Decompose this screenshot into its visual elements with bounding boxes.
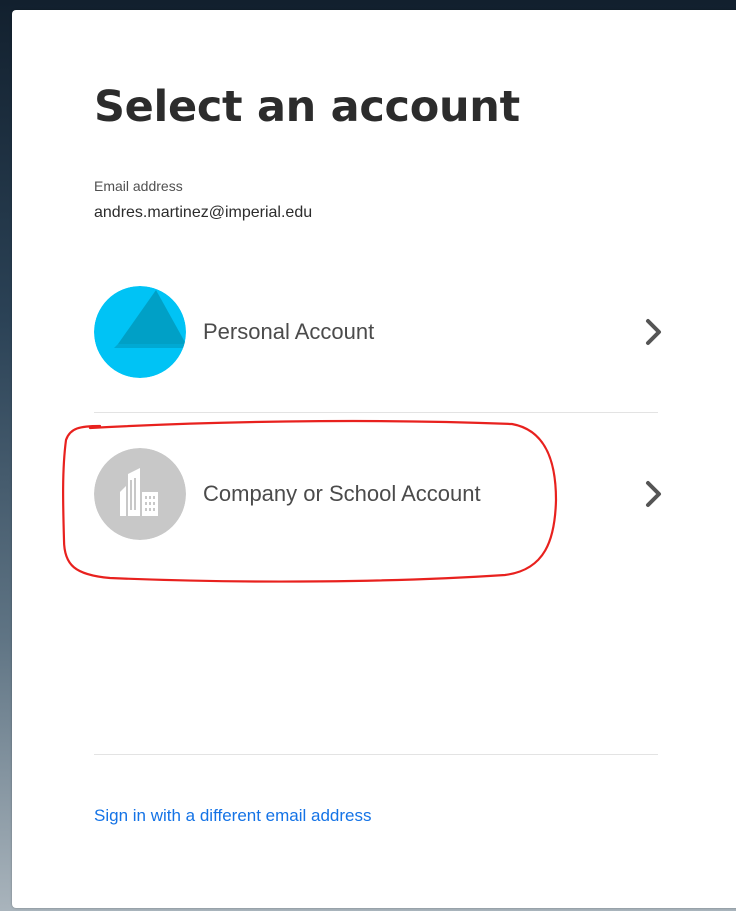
chevron-right-icon <box>642 316 666 348</box>
personal-account-option[interactable]: Personal Account <box>94 286 666 378</box>
email-value: andres.martinez@imperial.edu <box>94 204 313 221</box>
page-title: Select an account <box>94 82 520 132</box>
personal-account-icon <box>94 286 186 378</box>
chevron-right-icon <box>642 478 666 510</box>
footer-divider <box>94 754 658 755</box>
email-label: Email address <box>94 178 183 194</box>
company-school-account-option[interactable]: Company or School Account <box>94 448 666 540</box>
account-divider <box>94 412 658 413</box>
different-email-link[interactable]: Sign in with a different email address <box>94 806 372 826</box>
account-selection-card: Select an account Email address andres.m… <box>12 10 736 908</box>
building-icon <box>94 448 186 540</box>
company-school-account-label: Company or School Account <box>203 481 481 506</box>
personal-account-label: Personal Account <box>203 319 375 344</box>
